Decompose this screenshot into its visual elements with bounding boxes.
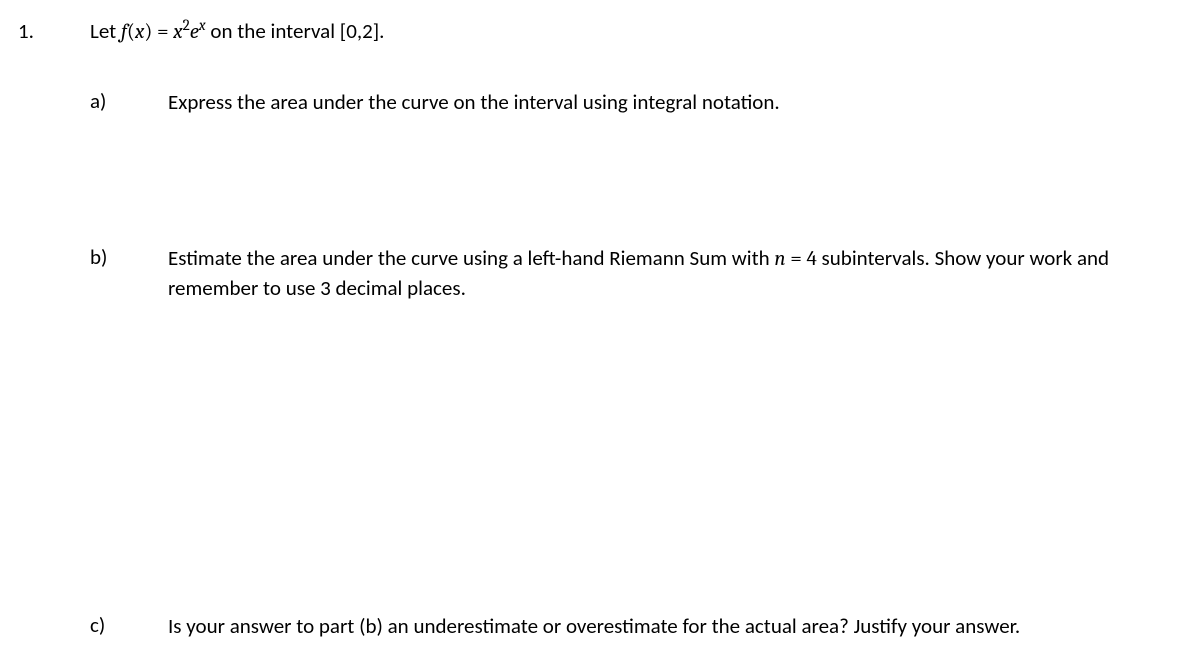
problem-container: 1. Let f(x) = x2ex on the interval [0,2]… — [18, 18, 1190, 640]
problem-stem: Let f(x) = x2ex on the interval [0,2]. — [90, 18, 1190, 44]
problem-number: 1. — [18, 18, 90, 44]
stem-x1: x — [135, 20, 144, 44]
part-c: c) Is your answer to part (b) an underes… — [90, 612, 1190, 640]
stem-x2: x — [173, 20, 182, 44]
stem-e: e — [190, 20, 199, 44]
part-a-text: Express the area under the curve on the … — [168, 88, 1190, 116]
part-c-label: c) — [90, 612, 168, 638]
stem-prefix: Let — [90, 18, 121, 44]
part-c-text: Is your answer to part (b) an underestim… — [168, 612, 1190, 640]
part-b-label: b) — [90, 244, 168, 270]
problem-body: Let f(x) = x2ex on the interval [0,2]. a… — [90, 18, 1190, 640]
part-a: a) Express the area under the curve on t… — [90, 88, 1190, 116]
part-a-label: a) — [90, 88, 168, 114]
part-b-eq: = 4 — [786, 247, 817, 271]
stem-lparen: ( — [127, 20, 135, 44]
stem-sup2: x — [199, 16, 206, 34]
part-b-prefix: Estimate the area under the curve using … — [168, 245, 774, 271]
part-b: b) Estimate the area under the curve usi… — [90, 244, 1190, 302]
stem-suffix: on the interval [0,2]. — [206, 18, 385, 44]
stem-sup1: 2 — [183, 16, 190, 34]
stem-eq: = — [152, 20, 173, 44]
part-b-text: Estimate the area under the curve using … — [168, 244, 1190, 302]
part-b-n: n — [774, 247, 785, 271]
